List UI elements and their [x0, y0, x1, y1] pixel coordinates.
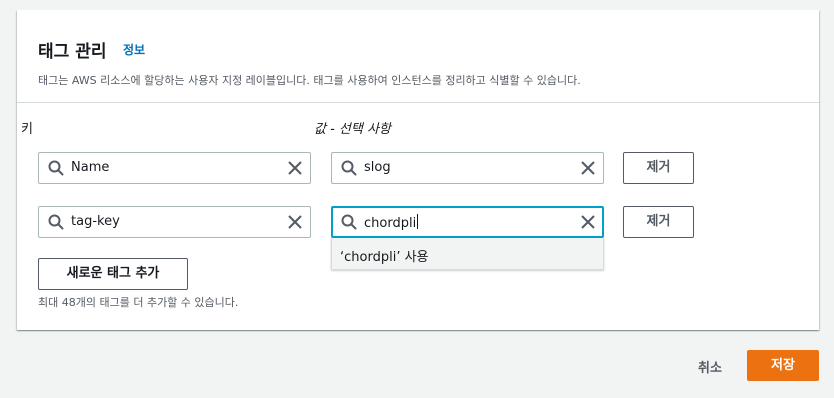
clear-icon[interactable] — [286, 159, 304, 177]
remove-tag-button-1[interactable]: 제거 — [623, 152, 694, 184]
clear-icon[interactable] — [286, 213, 304, 231]
clear-icon[interactable] — [579, 213, 597, 231]
tag-limit-hint: 최대 48개의 태그를 더 추가할 수 있습니다. — [38, 296, 239, 309]
add-new-tag-button[interactable]: 새로운 태그 추가 — [38, 258, 188, 290]
tag-key-value: tag-key — [71, 214, 120, 229]
search-icon — [48, 160, 64, 176]
tag-value-input-2[interactable]: chordpli — [331, 206, 604, 238]
clear-icon[interactable] — [579, 159, 597, 177]
tag-key-value: Name — [71, 160, 110, 175]
panel-header: 태그 관리 정보 태그는 AWS 리소스에 할당하는 사용자 지정 레이블입니다… — [17, 10, 819, 103]
search-icon — [48, 214, 64, 230]
cancel-button[interactable]: 취소 — [698, 357, 722, 376]
search-icon — [341, 214, 357, 230]
autocomplete-option[interactable]: ‘chordpli’ 사용 — [340, 246, 429, 265]
save-button[interactable]: 저장 — [747, 350, 819, 381]
tag-value-value: slog — [364, 160, 391, 175]
text-caret — [417, 214, 419, 229]
autocomplete-dropdown: ‘chordpli’ 사용 — [331, 238, 604, 270]
search-icon — [341, 160, 357, 176]
tag-key-input-1[interactable]: Name — [38, 152, 311, 184]
tag-value-value: chordpli — [364, 214, 419, 231]
remove-tag-button-2[interactable]: 제거 — [623, 206, 694, 238]
key-column-label: 키 — [21, 122, 33, 137]
tag-key-input-2[interactable]: tag-key — [38, 206, 311, 238]
section-description: 태그는 AWS 리소스에 할당하는 사용자 지정 레이블입니다. 태그를 사용하… — [38, 74, 581, 87]
tag-value-input-1[interactable]: slog — [331, 152, 604, 184]
section-title: 태그 관리 — [38, 42, 107, 62]
info-link[interactable]: 정보 — [123, 41, 145, 58]
value-column-label: 값 - 선택 사항 — [314, 122, 391, 137]
